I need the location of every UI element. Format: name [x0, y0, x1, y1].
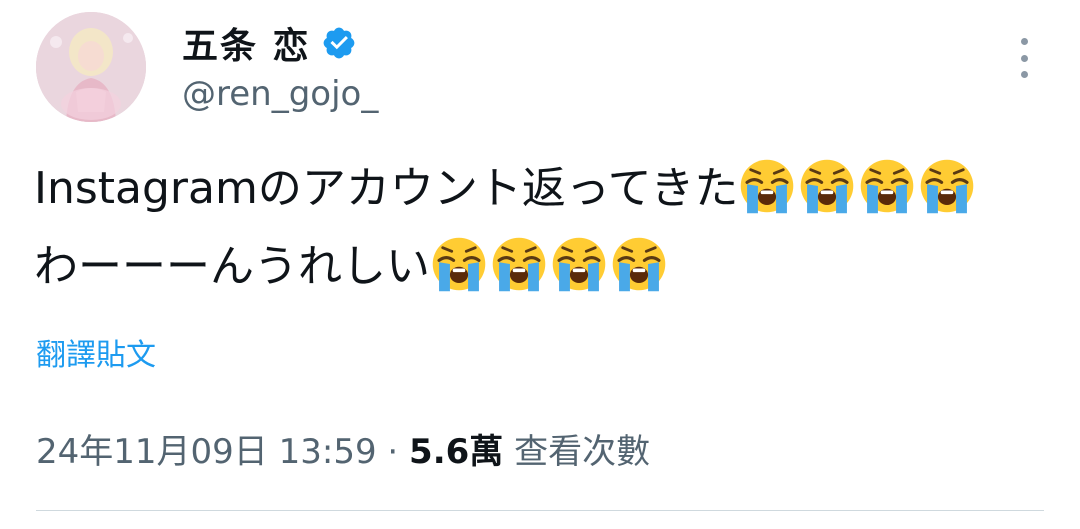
- tweet-body: Instagramのアカウント返ってきた わーーーんうれしい: [34, 150, 1044, 306]
- loudly-crying-face-icon: [490, 235, 548, 293]
- tweet-meta: 24年11月09日 13:59 · 5.6萬 查看次數: [36, 424, 650, 473]
- tweet-line-1-text: Instagramのアカウント返ってきた: [34, 163, 739, 214]
- tweet-line-2: わーーーんうれしい: [34, 228, 1044, 306]
- loudly-crying-face-icon: [430, 235, 488, 293]
- avatar[interactable]: [36, 12, 146, 122]
- author-display-name[interactable]: 五条 恋: [182, 17, 311, 69]
- dot: [1020, 71, 1028, 78]
- separator: ·: [376, 432, 410, 472]
- views-count: 5.6萬: [409, 432, 504, 472]
- dot: [1020, 54, 1028, 62]
- author-handle[interactable]: @ren_gojo_: [182, 74, 378, 114]
- views-label: 查看次數: [503, 432, 651, 472]
- divider: [36, 510, 1044, 511]
- more-options-icon[interactable]: [1010, 38, 1038, 78]
- verified-badge-icon: [323, 27, 354, 59]
- translate-post-link[interactable]: 翻譯貼文: [36, 330, 156, 374]
- timestamp[interactable]: 24年11月09日 13:59: [36, 432, 377, 472]
- loudly-crying-face-icon: [550, 235, 608, 293]
- dot: [1020, 38, 1028, 45]
- profile-photo-icon: [36, 12, 146, 122]
- loudly-crying-face-icon: [738, 157, 796, 215]
- loudly-crying-face-icon: [798, 157, 856, 215]
- tweet-line-2-text: わーーーんうれしい: [34, 241, 430, 292]
- loudly-crying-face-icon: [918, 157, 976, 215]
- loudly-crying-face-icon: [858, 157, 916, 215]
- loudly-crying-face-icon: [610, 235, 668, 293]
- tweet-line-1: Instagramのアカウント返ってきた: [34, 150, 1044, 228]
